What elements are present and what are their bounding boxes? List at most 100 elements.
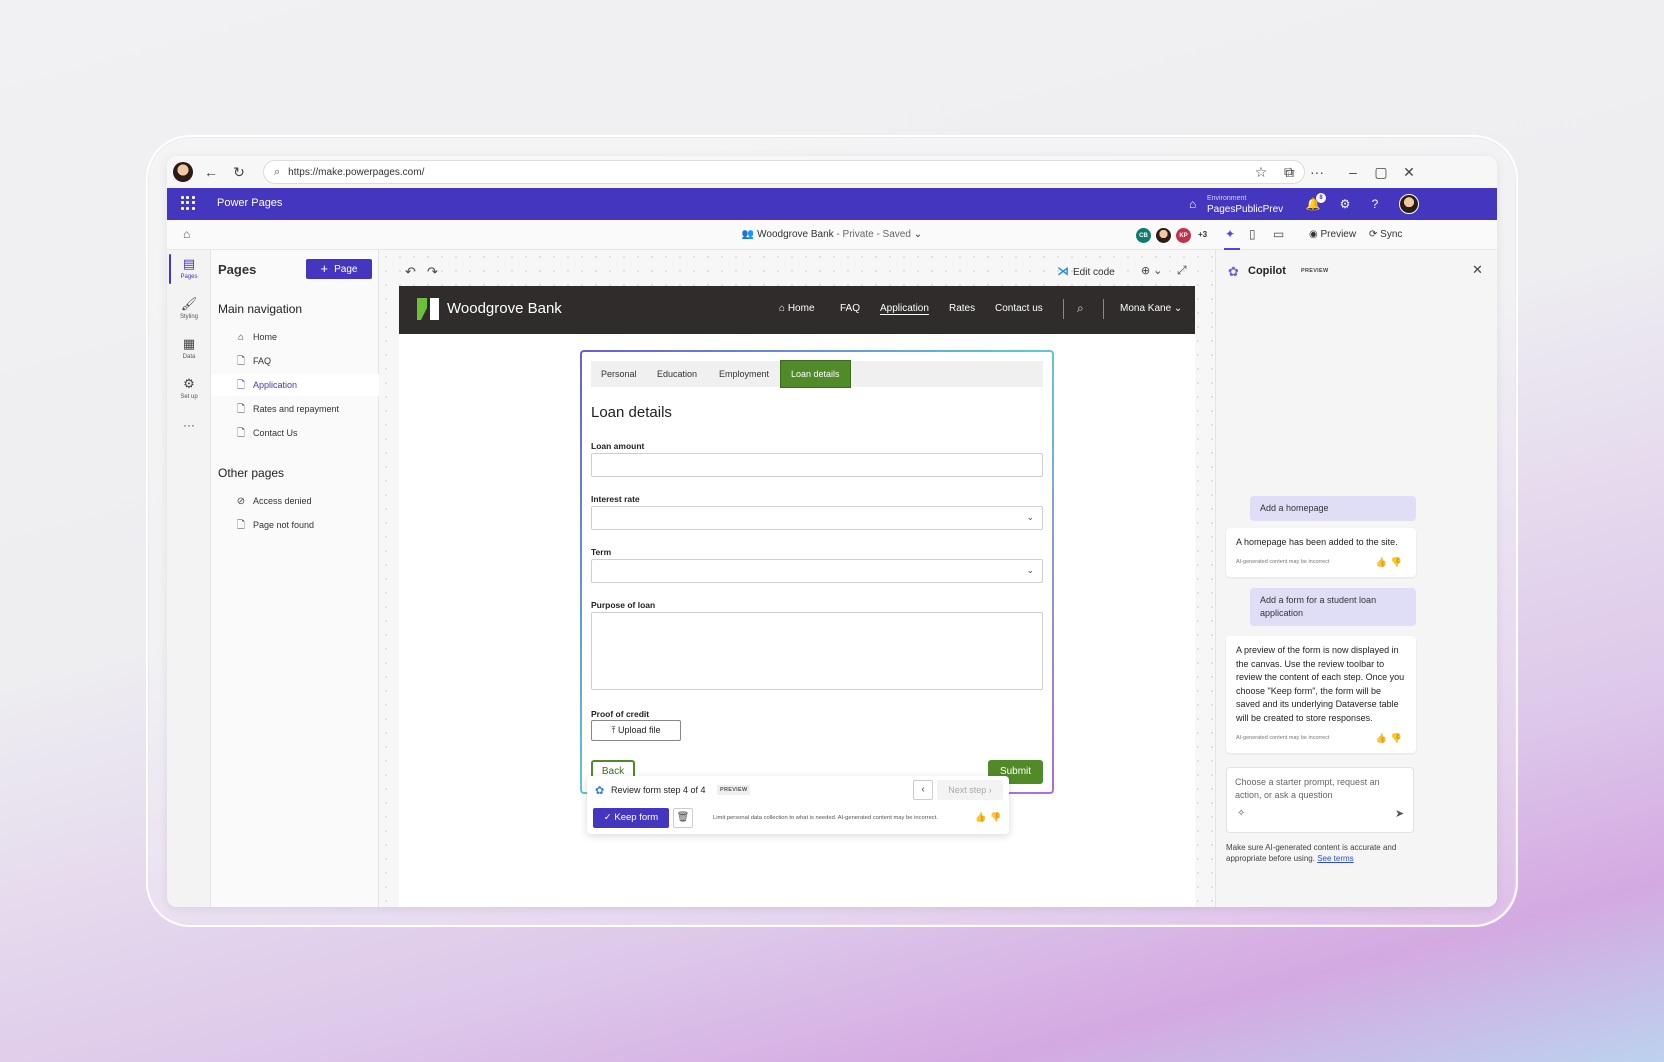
site-search-icon[interactable]: ⌕ bbox=[1077, 301, 1084, 316]
collaborator-avatar-kp[interactable]: KP bbox=[1175, 227, 1192, 244]
form-steps: Personal Education Employment Loan detai… bbox=[591, 360, 1043, 388]
upload-file-button[interactable]: ⤒ Upload file bbox=[591, 720, 681, 741]
zoom-icon: ⊕ bbox=[1141, 265, 1151, 277]
app-launcher-icon[interactable] bbox=[181, 196, 195, 210]
other-pages-heading: Other pages bbox=[218, 466, 285, 480]
workspace-rail: ▤ Pages 🖌 Styling ▦ Data ⚙ Set up ··· bbox=[167, 250, 211, 907]
favorites-icon[interactable]: ☆ bbox=[1251, 162, 1271, 182]
back-arrow-icon[interactable]: ← bbox=[201, 162, 221, 182]
rail-item-pages[interactable]: ▤ Pages bbox=[167, 256, 211, 280]
rail-item-styling[interactable]: 🖌 Styling bbox=[167, 296, 211, 320]
collections-icon[interactable]: ⧉ bbox=[1279, 162, 1299, 182]
site-nav-faq[interactable]: FAQ bbox=[840, 303, 860, 314]
ai-disclaimer: AI-generated content may be incorrect bbox=[1236, 734, 1330, 741]
preview-button[interactable]: ◉ Preview bbox=[1309, 229, 1356, 240]
close-window-icon[interactable]: ✕ bbox=[1399, 162, 1419, 182]
panel-icon[interactable]: ▯ bbox=[1249, 227, 1256, 241]
copilot-toggle-icon[interactable]: ✦ bbox=[1225, 227, 1235, 241]
more-menu-icon[interactable]: ··· bbox=[1307, 162, 1327, 182]
page-item-access-denied[interactable]: ⊘ Access denied bbox=[211, 490, 379, 512]
page-item-faq[interactable]: 🗋 FAQ bbox=[211, 350, 379, 372]
next-step-button[interactable]: Next step › bbox=[937, 780, 1003, 800]
site-nav-contact[interactable]: Contact us bbox=[995, 303, 1043, 314]
site-title[interactable]: 👥 Woodgrove Bank - Private - Saved ⌄ bbox=[167, 229, 1497, 240]
home-icon: ⌂ bbox=[779, 303, 788, 314]
user-message: Add a homepage bbox=[1250, 496, 1416, 521]
app-header: Power Pages ⌂ Environment PagesPublicPre… bbox=[167, 188, 1497, 220]
previous-step-button[interactable]: ‹ bbox=[913, 780, 933, 800]
page-item-contact[interactable]: 🗋 Contact Us bbox=[211, 422, 379, 444]
preview-label: Preview bbox=[1320, 229, 1357, 240]
browser-profile-avatar[interactable] bbox=[173, 162, 193, 182]
settings-gear-icon[interactable]: ⚙ bbox=[1337, 196, 1353, 212]
interest-rate-select[interactable]: ⌄ bbox=[591, 506, 1043, 530]
pages-panel-title: Pages bbox=[218, 262, 257, 277]
maximize-icon[interactable]: ▢ bbox=[1371, 162, 1391, 182]
sync-label: Sync bbox=[1380, 229, 1403, 240]
copilot-message-text: A preview of the form is now displayed i… bbox=[1236, 645, 1405, 723]
site-nav-rates[interactable]: Rates bbox=[949, 303, 975, 314]
site-nav-application[interactable]: Application bbox=[880, 303, 929, 314]
user-avatar[interactable] bbox=[1399, 194, 1419, 214]
site-user-menu[interactable]: Mona Kane ⌄ bbox=[1120, 303, 1182, 314]
page-item-home[interactable]: ⌂ Home bbox=[211, 326, 379, 348]
nav-divider bbox=[1063, 299, 1064, 319]
tab-loan-details[interactable]: Loan details bbox=[780, 360, 851, 388]
browser-window: ← ↻ ⌕ https://make.powerpages.com/ ☆ ☆ ⧉… bbox=[167, 156, 1497, 907]
environment-icon: ⌂ bbox=[1189, 197, 1197, 211]
nav-divider bbox=[1103, 299, 1104, 319]
sync-button[interactable]: ⟳ Sync bbox=[1369, 229, 1402, 240]
rail-item-setup[interactable]: ⚙ Set up bbox=[167, 376, 211, 400]
page-item-not-found[interactable]: 🗋 Page not found bbox=[211, 514, 379, 536]
tab-education[interactable]: Education bbox=[647, 361, 707, 387]
rail-more-icon[interactable]: ··· bbox=[167, 418, 211, 432]
feedback-buttons[interactable]: 👍👎 bbox=[1376, 556, 1406, 570]
collaborator-avatar-cb[interactable]: CB bbox=[1135, 227, 1152, 244]
collaborator-avatar-photo[interactable] bbox=[1155, 227, 1172, 244]
design-canvas: ↶ ↷ ⋊ Edit code ⊕ ⌄ ⤢ Woodgrove Bank ⌂ Ho… bbox=[379, 250, 1215, 907]
expand-icon[interactable]: ⤢ bbox=[1177, 263, 1187, 278]
zoom-control[interactable]: ⊕ ⌄ bbox=[1141, 264, 1163, 277]
rail-item-data[interactable]: ▦ Data bbox=[167, 336, 211, 360]
site-brand[interactable]: Woodgrove Bank bbox=[447, 300, 562, 317]
undo-icon[interactable]: ↶ bbox=[405, 264, 416, 280]
sparkle-prompts-icon[interactable]: ✧ bbox=[1237, 808, 1245, 819]
document-edit-icon: 🗋 bbox=[236, 380, 246, 391]
add-page-button[interactable]: + Page bbox=[306, 259, 372, 279]
feedback-buttons[interactable]: 👍👎 bbox=[975, 812, 1005, 823]
comments-icon[interactable]: ▭ bbox=[1273, 227, 1284, 241]
feedback-buttons[interactable]: 👍👎 bbox=[1376, 732, 1406, 746]
more-collaborators[interactable]: +3 bbox=[1198, 230, 1207, 239]
purpose-textarea[interactable] bbox=[591, 612, 1043, 690]
copilot-input[interactable]: Choose a starter prompt, request an acti… bbox=[1226, 767, 1414, 833]
copilot-panel: ✿ Copilot PREVIEW ✕ Add a homepage A hom… bbox=[1215, 250, 1497, 907]
loan-amount-input[interactable] bbox=[591, 453, 1043, 477]
environment-picker[interactable]: Environment PagesPublicPrev bbox=[1207, 193, 1283, 215]
page-item-rates[interactable]: 🗋 Rates and repayment bbox=[211, 398, 379, 420]
refresh-icon[interactable]: ↻ bbox=[229, 162, 249, 182]
help-icon[interactable]: ? bbox=[1367, 196, 1383, 212]
app-title: Power Pages bbox=[217, 197, 283, 209]
document-icon: 🗋 bbox=[236, 356, 246, 367]
minimize-icon[interactable]: – bbox=[1343, 162, 1363, 182]
data-table-icon: ▦ bbox=[182, 336, 196, 351]
site-nav-home[interactable]: ⌂ Home bbox=[779, 303, 815, 314]
tab-employment[interactable]: Employment bbox=[709, 361, 779, 387]
keep-form-button[interactable]: ✓ Keep form bbox=[593, 808, 669, 828]
send-icon[interactable]: ➤ bbox=[1395, 807, 1404, 820]
page-item-application[interactable]: 🗋 Application bbox=[211, 374, 379, 396]
see-terms-link[interactable]: See terms bbox=[1317, 854, 1353, 863]
redo-icon[interactable]: ↷ bbox=[427, 264, 438, 280]
address-bar[interactable]: ⌕ https://make.powerpages.com/ ☆ bbox=[263, 160, 1305, 184]
pages-panel: Pages + Page Main navigation ⌂ Home 🗋 FAQ 🗋… bbox=[211, 250, 379, 907]
copilot-disclaimer: Make sure AI-generated content is accura… bbox=[1226, 843, 1397, 863]
copilot-icon: ✿ bbox=[595, 785, 605, 797]
sync-icon: ⟳ bbox=[1369, 229, 1381, 240]
loan-amount-label: Loan amount bbox=[591, 441, 645, 451]
chevron-down-icon: ⌄ bbox=[1153, 265, 1163, 277]
discard-trash-icon[interactable]: 🗑 bbox=[673, 808, 693, 828]
tab-personal[interactable]: Personal bbox=[591, 361, 647, 387]
edit-code-button[interactable]: ⋊ Edit code bbox=[1057, 264, 1115, 278]
term-select[interactable]: ⌄ bbox=[591, 559, 1043, 583]
close-icon[interactable]: ✕ bbox=[1472, 262, 1483, 278]
